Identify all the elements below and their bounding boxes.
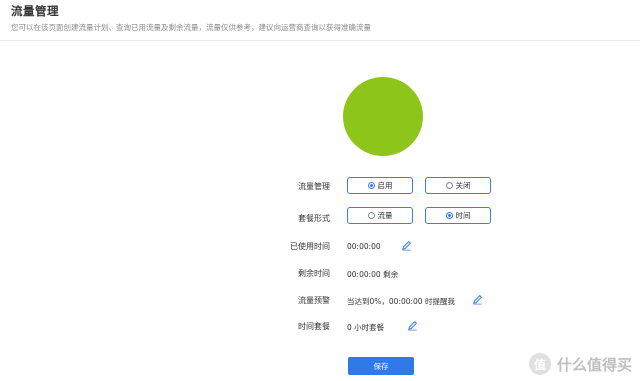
edit-traffic-alert-icon[interactable] <box>472 294 483 305</box>
edit-time-plan-icon[interactable] <box>407 320 418 331</box>
watermark-badge: 值 <box>528 353 551 375</box>
remaining-time-label: 剩余时间 <box>298 269 330 278</box>
traffic-alert-label: 流量预警 <box>298 296 330 305</box>
traffic-option-label: 流量 <box>377 211 393 220</box>
plan-type-traffic-option[interactable]: 流量 <box>347 207 413 224</box>
edit-used-time-icon[interactable] <box>401 240 412 251</box>
radio-checked-icon <box>445 212 453 219</box>
radio-unchecked-icon <box>445 182 453 189</box>
used-time-label: 已使用时间 <box>290 242 330 251</box>
radio-checked-icon <box>367 182 375 189</box>
radio-unchecked-icon <box>367 212 375 219</box>
disable-option-label: 关闭 <box>455 181 471 190</box>
used-time-value: 00:00:00 <box>347 242 381 251</box>
usage-circle <box>343 77 423 156</box>
watermark-text: 什么值得买 <box>556 355 632 374</box>
traffic-mgmt-enable-option[interactable]: 启用 <box>347 177 413 194</box>
traffic-mgmt-disable-option[interactable]: 关闭 <box>425 177 491 194</box>
time-plan-value: 0 小时套餐 <box>347 323 385 332</box>
plan-type-time-option[interactable]: 时间 <box>425 207 491 224</box>
time-plan-label: 时间套餐 <box>298 322 330 331</box>
watermark: 值 什么值得买 <box>528 353 632 375</box>
save-button[interactable]: 保存 <box>348 357 414 375</box>
page-title: 流量管理 <box>11 4 59 18</box>
remaining-time-value: 00:00:00 剩余 <box>347 270 399 279</box>
traffic-alert-value: 当达到0%，00:00:00 时提醒我 <box>347 297 455 306</box>
traffic-mgmt-label: 流量管理 <box>298 182 330 191</box>
time-option-label: 时间 <box>455 211 471 220</box>
page-description: 您可以在该页面创建流量计划、查询已用流量及剩余流量，流量仅供参考，建议向运营商查… <box>11 23 371 32</box>
header-divider <box>0 40 640 41</box>
enable-option-label: 启用 <box>377 181 393 190</box>
plan-type-label: 套餐形式 <box>298 214 330 223</box>
